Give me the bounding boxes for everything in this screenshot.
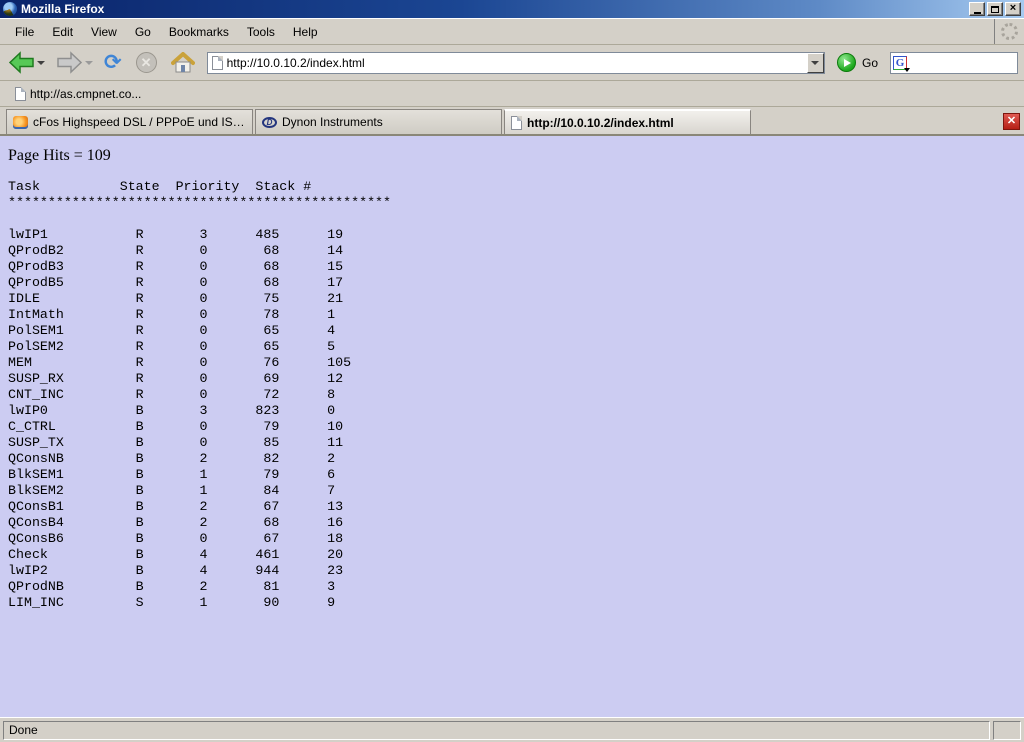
bookmarks-toolbar: http://as.cmpnet.co... [0, 81, 1024, 107]
menu-bar: File Edit View Go Bookmarks Tools Help [0, 18, 1024, 45]
tab-bar: cFos Highspeed DSL / PPPoE und ISDN CAP.… [0, 107, 1024, 136]
google-search-icon[interactable]: G [893, 56, 907, 70]
minimize-button[interactable] [969, 2, 985, 16]
forward-dropdown-icon[interactable] [85, 61, 93, 65]
page-content: Page Hits = 109 Task State Priority Stac… [0, 136, 1024, 717]
minimize-icon [974, 12, 981, 14]
tab-label: cFos Highspeed DSL / PPPoE und ISDN CAP.… [33, 115, 246, 129]
back-arrow-icon [8, 51, 35, 74]
tab-active-index-html[interactable]: http://10.0.10.2/index.html [504, 109, 751, 134]
stop-button[interactable]: ✕ [134, 50, 159, 75]
menu-tools[interactable]: Tools [238, 21, 284, 43]
address-input[interactable] [227, 56, 807, 70]
close-icon: × [1010, 3, 1016, 14]
page-icon [212, 56, 223, 70]
menu-file[interactable]: File [6, 21, 43, 43]
bookmark-page-icon [15, 87, 26, 101]
back-button[interactable] [6, 49, 52, 76]
tab-cfos[interactable]: cFos Highspeed DSL / PPPoE und ISDN CAP.… [6, 109, 253, 134]
menu-bookmarks[interactable]: Bookmarks [160, 21, 238, 43]
navigation-toolbar: ⟳ ✕ Go G [0, 45, 1024, 81]
go-label[interactable]: Go [862, 56, 878, 70]
search-engine-dropdown-icon [904, 68, 910, 72]
home-button[interactable] [169, 50, 197, 76]
go-button[interactable] [837, 53, 856, 72]
menu-go[interactable]: Go [126, 21, 160, 43]
status-text: Done [9, 723, 38, 737]
throbber-icon [1001, 23, 1018, 40]
close-tab-button[interactable]: ✕ [1003, 113, 1020, 130]
status-secondary-panel [993, 721, 1021, 740]
search-input[interactable] [913, 55, 1017, 70]
page-hits-text: Page Hits = 109 [8, 147, 1016, 165]
bookmark-item[interactable]: http://as.cmpnet.co... [8, 85, 147, 103]
menu-help[interactable]: Help [284, 21, 327, 43]
window-title: Mozilla Firefox [21, 2, 969, 16]
title-bar: Mozilla Firefox × [0, 0, 1024, 18]
home-icon [171, 52, 195, 74]
reload-button[interactable]: ⟳ [102, 50, 124, 75]
dynon-favicon-icon: D [262, 117, 277, 128]
search-box[interactable]: G [890, 52, 1018, 74]
close-button[interactable]: × [1005, 2, 1021, 16]
menu-edit[interactable]: Edit [43, 21, 82, 43]
forward-arrow-icon [56, 51, 83, 74]
address-bar[interactable] [207, 52, 825, 74]
reload-icon: ⟳ [104, 52, 122, 73]
stop-icon: ✕ [136, 52, 157, 73]
status-bar: Done [0, 717, 1024, 742]
task-table: Task State Priority Stack # ************… [8, 179, 1016, 611]
forward-button[interactable] [54, 49, 100, 76]
address-dropdown-button[interactable] [807, 53, 824, 73]
tab-page-icon [511, 116, 522, 130]
status-message-panel: Done [3, 721, 990, 740]
menu-view[interactable]: View [82, 21, 126, 43]
restore-button[interactable] [987, 2, 1003, 16]
firefox-logo-icon [3, 2, 17, 16]
address-dropdown-icon [811, 61, 819, 65]
tab-label: http://10.0.10.2/index.html [527, 116, 674, 130]
browser-window: Mozilla Firefox × File Edit View Go Book… [0, 0, 1024, 742]
bookmark-label: http://as.cmpnet.co... [30, 87, 141, 101]
tab-dynon[interactable]: D Dynon Instruments [255, 109, 502, 134]
restore-icon [991, 6, 999, 13]
tab-label: Dynon Instruments [282, 115, 383, 129]
back-dropdown-icon[interactable] [37, 61, 45, 65]
cfos-favicon-icon [13, 116, 28, 129]
close-tab-icon: ✕ [1007, 115, 1016, 127]
throbber-panel [994, 19, 1024, 44]
go-play-icon [844, 59, 851, 67]
